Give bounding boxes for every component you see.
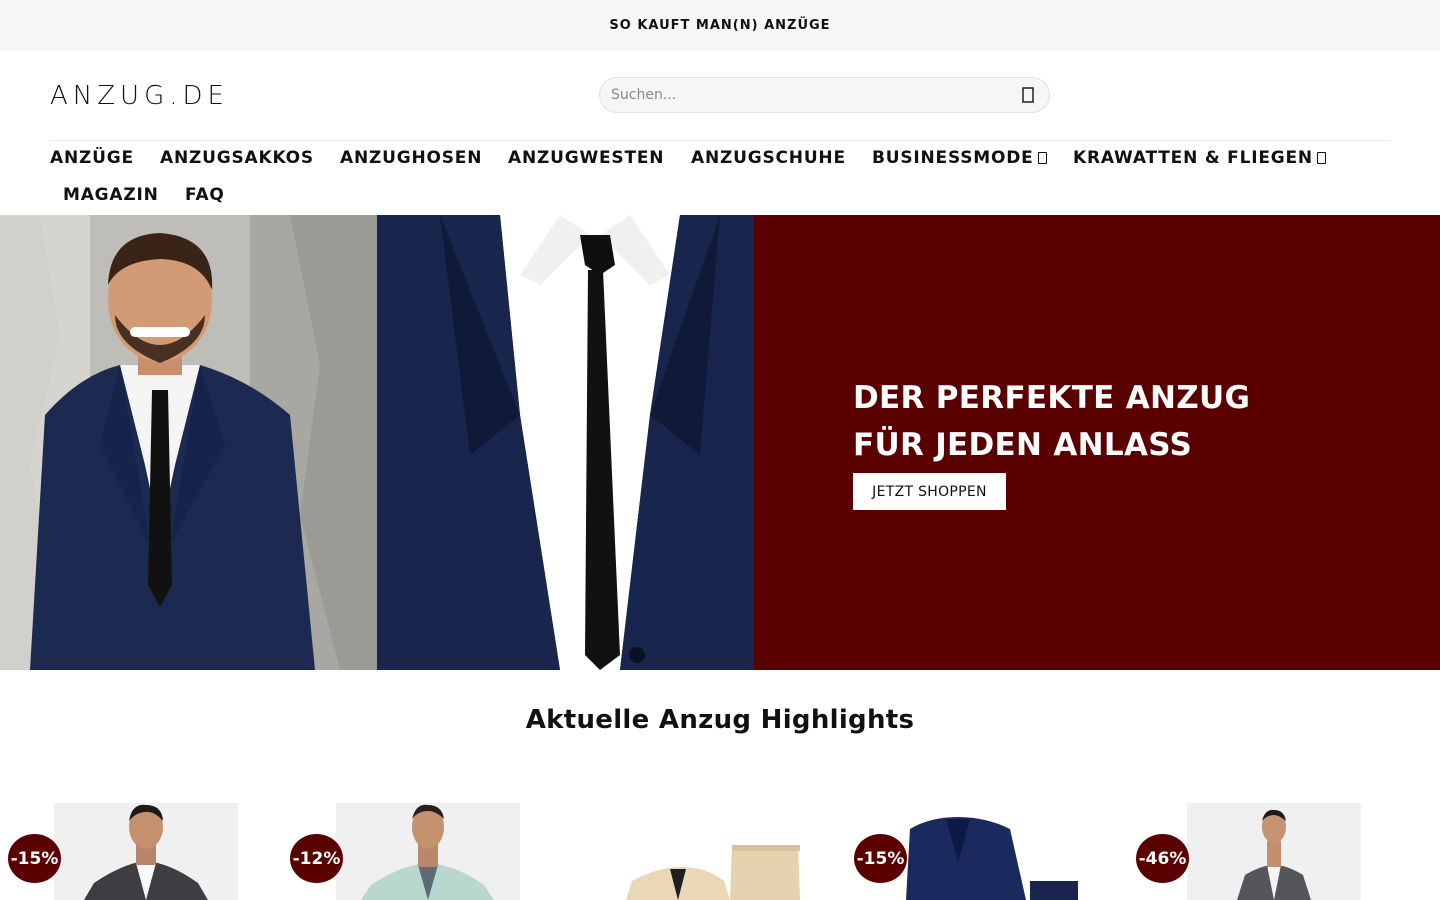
hero-image — [0, 215, 754, 670]
product-image — [1187, 803, 1361, 900]
product-image — [336, 803, 520, 900]
nav-item-anzugsakkos[interactable]: ANZUGSAKKOS — [160, 148, 314, 168]
nav-item-magazin[interactable]: MAGAZIN — [63, 185, 159, 205]
product-card[interactable] — [336, 803, 520, 900]
product-image — [618, 803, 802, 900]
search-icon — [1022, 87, 1034, 103]
site-logo[interactable]: ANZUG.DE — [50, 81, 229, 111]
product-card[interactable] — [1187, 803, 1361, 900]
search-bar — [599, 77, 1050, 113]
nav-item-businessmode[interactable]: BUSINESSMODE — [872, 148, 1047, 168]
header-divider — [50, 140, 1390, 141]
discount-badge: -15% — [854, 834, 907, 883]
section-title: Aktuelle Anzug Highlights — [525, 705, 915, 735]
hero-panel: DER PERFEKTE ANZUG FÜR JEDEN ANLASS JETZ… — [754, 215, 1440, 670]
nav-item-anzugschuhe[interactable]: ANZUGSCHUHE — [691, 148, 846, 168]
nav-item-anzuege[interactable]: ANZÜGE — [50, 148, 134, 168]
product-image — [900, 803, 1084, 900]
shop-now-button[interactable]: JETZT SHOPPEN — [853, 473, 1006, 510]
discount-badge: -15% — [8, 834, 61, 883]
product-card[interactable] — [54, 803, 238, 900]
product-card[interactable] — [618, 803, 802, 900]
dropdown-icon — [1316, 152, 1326, 164]
announcement-text[interactable]: SO KAUFT MAN(N) ANZÜGE — [609, 18, 830, 33]
hero-headline: DER PERFEKTE ANZUG FÜR JEDEN ANLASS — [853, 380, 1251, 463]
search-button[interactable] — [1017, 84, 1039, 106]
nav-item-anzughosen[interactable]: ANZUGHOSEN — [340, 148, 482, 168]
product-image — [54, 803, 238, 900]
search-input[interactable] — [611, 87, 1001, 103]
product-card[interactable] — [900, 803, 1084, 900]
nav-item-anzugwesten[interactable]: ANZUGWESTEN — [508, 148, 664, 168]
dropdown-icon — [1037, 152, 1047, 164]
nav-item-krawatten-fliegen[interactable]: KRAWATTEN & FLIEGEN — [1073, 148, 1326, 168]
nav-item-faq[interactable]: FAQ — [185, 185, 225, 205]
announcement-bar: SO KAUFT MAN(N) ANZÜGE — [0, 0, 1440, 51]
discount-badge: -46% — [1136, 834, 1189, 883]
discount-badge: -12% — [290, 834, 343, 883]
hero-banner[interactable]: DER PERFEKTE ANZUG FÜR JEDEN ANLASS JETZ… — [0, 215, 1440, 670]
site-header: ANZUG.DE ANZÜGE ANZUGSAKKOS ANZUGHOSEN A… — [0, 51, 1440, 215]
